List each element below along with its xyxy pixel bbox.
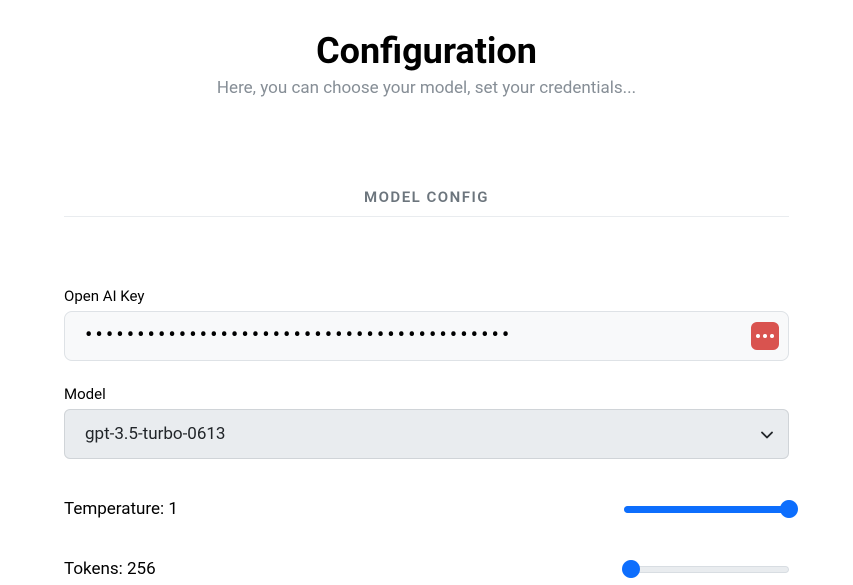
model-label: Model [64,385,789,403]
temperature-label: Temperature: 1 [64,499,178,519]
api-key-input[interactable] [64,311,789,361]
section-header-model-config: MODEL CONFIG [64,188,789,217]
dots-icon [756,334,760,338]
slider-track [624,566,789,573]
reveal-key-button[interactable] [751,322,779,350]
field-model: Model gpt-3.5-turbo-0613 [64,385,789,459]
dots-icon [770,334,774,338]
page-subtitle: Here, you can choose your model, set you… [64,78,789,98]
api-key-label: Open AI Key [64,287,789,305]
slider-thumb[interactable] [622,560,640,578]
field-api-key: Open AI Key [64,287,789,361]
field-tokens: Tokens: 256 [64,559,789,579]
temperature-slider[interactable] [624,500,789,518]
slider-fill [624,506,789,513]
tokens-slider[interactable] [624,560,789,578]
dots-icon [763,334,767,338]
model-select[interactable]: gpt-3.5-turbo-0613 [64,409,789,459]
page-title: Configuration [64,30,789,72]
field-temperature: Temperature: 1 [64,499,789,519]
slider-thumb[interactable] [780,500,798,518]
tokens-label: Tokens: 256 [64,559,156,579]
